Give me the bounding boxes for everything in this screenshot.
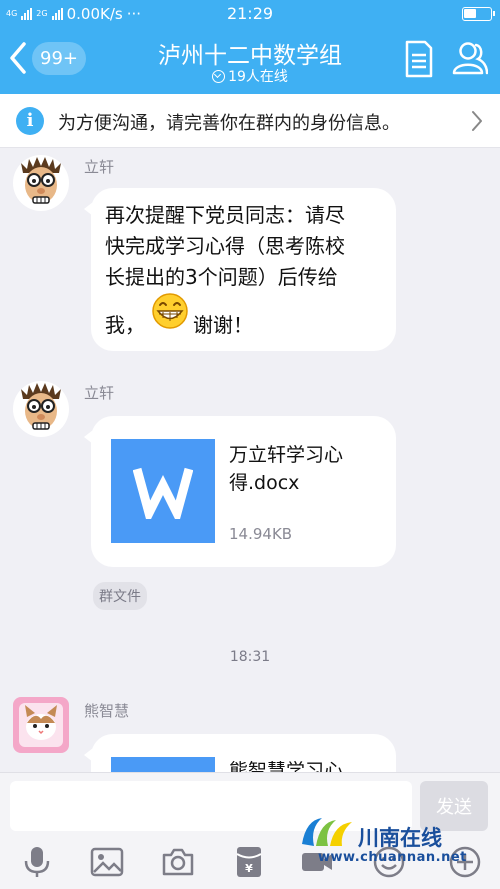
word-file-icon <box>111 439 215 543</box>
online-count: 19人在线 <box>228 69 288 85</box>
profile-icon[interactable] <box>452 40 488 76</box>
video-icon[interactable] <box>300 845 334 879</box>
microphone-icon[interactable] <box>20 845 54 879</box>
sender-name: 立轩 <box>84 158 115 176</box>
group-file-tag[interactable]: 群文件 <box>93 582 147 610</box>
info-icon: i <box>16 107 44 135</box>
file-name: 万立轩学习心 <box>229 444 344 466</box>
message-bubble[interactable]: 再次提醒下党员同志：请尽 快完成学习心得（思考陈校 长提出的3个问题）后传给 我… <box>84 188 396 351</box>
chevron-down-icon <box>212 70 226 83</box>
sender-name: 熊智慧 <box>84 702 130 720</box>
message-line: 我， <box>105 313 145 337</box>
notice-text: 为方便沟通，请完善你在群内的身份信息。 <box>58 113 400 134</box>
sender-avatar[interactable] <box>13 697 69 753</box>
file-size: 14.94KB <box>229 525 293 543</box>
back-button[interactable]: 99+ <box>8 41 86 75</box>
plus-icon[interactable] <box>448 845 482 879</box>
input-area: 发送 ¥ <box>0 772 500 889</box>
message-line: 再次提醒下党员同志：请尽 <box>105 203 345 227</box>
message-line: 快完成学习心得（思考陈校 <box>105 234 345 258</box>
red-packet-icon[interactable]: ¥ <box>232 845 266 879</box>
chat-header: 99+ 泸州十二中数学组 19人在线 <box>0 28 500 94</box>
status-bar: 4G 2G 0.00K/s ··· 21:29 <box>0 0 500 28</box>
emoji-icon[interactable] <box>372 845 406 879</box>
identity-notice-bar[interactable]: i 为方便沟通，请完善你在群内的身份信息。 <box>0 94 500 148</box>
clock: 21:29 <box>226 4 274 23</box>
sender-avatar[interactable] <box>13 155 69 211</box>
back-icon <box>10 42 26 74</box>
sender-avatar[interactable] <box>13 381 69 437</box>
message-input[interactable] <box>10 781 412 831</box>
svg-text:¥: ¥ <box>245 862 253 875</box>
battery-icon <box>462 7 495 21</box>
file-name: 得.docx <box>229 472 300 494</box>
grin-emoji-icon <box>152 293 188 329</box>
file-message-bubble[interactable]: 万立轩学习心 得.docx 14.94KB <box>84 416 396 567</box>
image-icon[interactable] <box>90 845 124 879</box>
message-line: 长提出的3个问题）后传给 <box>105 265 338 289</box>
document-icon[interactable] <box>404 40 434 78</box>
chevron-right-icon <box>472 111 482 131</box>
camera-icon[interactable] <box>161 845 195 879</box>
message-line: 谢谢！ <box>193 313 253 337</box>
sender-name: 立轩 <box>84 384 115 402</box>
message-timestamp: 18:31 <box>229 649 271 665</box>
send-button[interactable]: 发送 <box>420 781 488 831</box>
unread-count-badge: 99+ <box>32 41 86 75</box>
